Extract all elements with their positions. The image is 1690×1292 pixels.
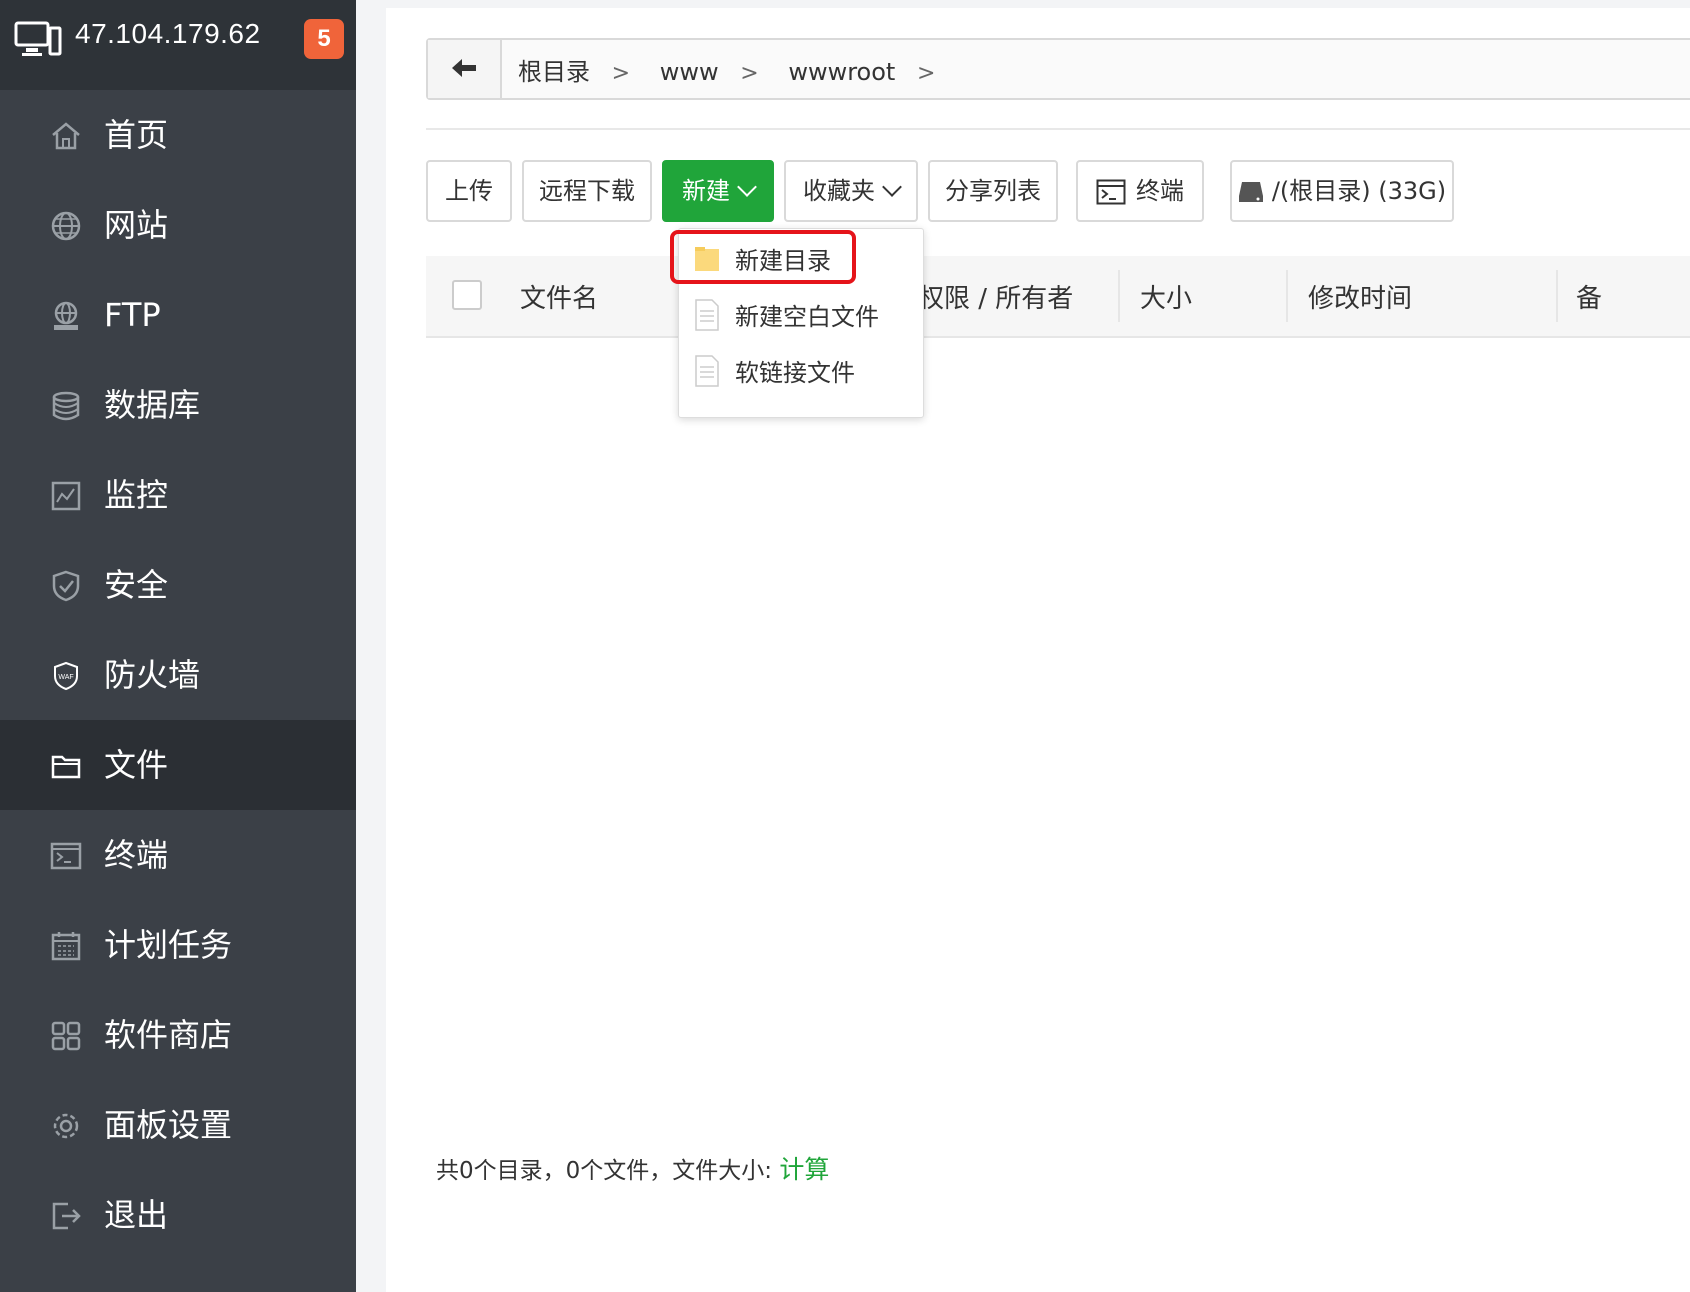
divider — [426, 128, 1690, 130]
server-ip: 47.104.179.62 — [75, 18, 261, 49]
disk-button-label: /(根目录) (33G) — [1271, 177, 1447, 205]
breadcrumb: 根目录 > www > wwwroot > — [518, 52, 957, 87]
home-icon — [50, 120, 82, 152]
sidebar-item-label: 退出 — [104, 1196, 169, 1234]
terminal-button[interactable]: 终端 — [1076, 160, 1204, 222]
sidebar-nav: 首页网站 FTP 数据库监控安全 WAF 防火墙文件终端计划任务软件商店面板设置退出 — [0, 90, 356, 1260]
breadcrumb-separator: > — [611, 61, 631, 86]
sidebar-item-label: FTP — [104, 296, 161, 334]
select-all-checkbox[interactable] — [452, 280, 482, 310]
arrow-left-icon — [452, 59, 476, 77]
sidebar-item-label: 终端 — [104, 836, 169, 874]
apps-icon — [50, 1020, 82, 1052]
back-button[interactable] — [428, 40, 502, 98]
logout-icon — [50, 1200, 82, 1232]
new-button-label: 新建 — [682, 177, 730, 205]
terminal-icon — [50, 840, 82, 872]
breadcrumb-item-root[interactable]: 根目录 — [518, 58, 590, 86]
terminal-icon — [1096, 179, 1126, 205]
column-remark[interactable]: 备 — [1576, 278, 1602, 315]
sidebar-item-terminal[interactable]: 终端 — [0, 810, 356, 900]
database-icon — [50, 390, 82, 422]
sidebar-item-label: 软件商店 — [104, 1016, 233, 1054]
summary-text: 共0个目录，0个文件，文件大小: — [436, 1158, 780, 1184]
menu-item-label: 新建空白文件 — [735, 303, 879, 331]
sidebar-item-label: 监控 — [104, 476, 169, 514]
disk-icon — [1238, 182, 1263, 202]
globe-icon — [50, 210, 82, 242]
column-permission-owner[interactable]: 权限 / 所有者 — [918, 278, 1073, 315]
column-divider — [1118, 270, 1120, 322]
sidebar-item-label: 首页 — [104, 116, 169, 154]
favorites-button[interactable]: 收藏夹 — [784, 160, 918, 222]
sidebar-item-shield[interactable]: 安全 — [0, 540, 356, 630]
calendar-icon — [50, 930, 82, 962]
sidebar: 47.104.179.62 5 首页网站 FTP 数据库监控安全 WAF 防火墙文件终端… — [0, 0, 356, 1292]
upload-button[interactable]: 上传 — [426, 160, 512, 222]
favorites-button-label: 收藏夹 — [803, 177, 875, 205]
column-filename[interactable]: 文件名 — [520, 278, 598, 315]
sidebar-item-monitor[interactable]: 监控 — [0, 450, 356, 540]
calculate-link[interactable]: 计算 — [779, 1155, 829, 1184]
file-table-header: 文件名 权限 / 所有者 大小 修改时间 备 — [426, 256, 1690, 338]
gear-icon — [50, 1110, 82, 1142]
sidebar-item-label: 数据库 — [104, 386, 201, 424]
sidebar-item-label: 网站 — [104, 206, 169, 244]
sidebar-item-label: 面板设置 — [104, 1106, 233, 1144]
svg-text:WAF: WAF — [58, 674, 73, 681]
path-bar: 根目录 > www > wwwroot > — [426, 38, 1690, 100]
sidebar-item-label: 文件 — [104, 746, 169, 784]
sidebar-item-globe[interactable]: 网站 — [0, 180, 356, 270]
ftp-icon — [50, 300, 82, 332]
server-header: 47.104.179.62 5 — [0, 0, 356, 90]
column-modified-time[interactable]: 修改时间 — [1308, 278, 1412, 315]
waf-icon: WAF — [50, 660, 82, 692]
sidebar-item-label: 计划任务 — [104, 926, 233, 964]
sidebar-item-logout[interactable]: 退出 — [0, 1170, 356, 1260]
sidebar-item-folder[interactable]: 文件 — [0, 720, 356, 810]
menu-item-symlink-file[interactable]: 软链接文件 — [679, 343, 923, 399]
breadcrumb-separator: > — [916, 61, 936, 86]
highlight-box — [670, 230, 856, 284]
sidebar-item-database[interactable]: 数据库 — [0, 360, 356, 450]
file-summary: 共0个目录，0个文件，文件大小: 计算 — [436, 1150, 829, 1186]
file-manager: 根目录 > www > wwwroot > 上传 远程下载 新建 收藏夹 分享列… — [386, 8, 1690, 1292]
column-size[interactable]: 大小 — [1140, 278, 1192, 315]
menu-item-new-blank-file[interactable]: 新建空白文件 — [679, 287, 923, 343]
folder-icon — [50, 750, 82, 782]
share-list-button[interactable]: 分享列表 — [928, 160, 1058, 222]
sidebar-item-apps[interactable]: 软件商店 — [0, 990, 356, 1080]
disk-button[interactable]: /(根目录) (33G) — [1230, 160, 1454, 222]
terminal-button-label: 终端 — [1136, 177, 1184, 205]
sidebar-item-ftp[interactable]: FTP — [0, 270, 356, 360]
shield-icon — [50, 570, 82, 602]
notification-badge[interactable]: 5 — [304, 19, 344, 59]
column-divider — [1556, 270, 1558, 322]
chevron-down-icon — [737, 177, 757, 197]
sidebar-item-label: 防火墙 — [104, 656, 201, 694]
file-icon — [695, 299, 719, 331]
breadcrumb-item-www[interactable]: www — [660, 58, 719, 86]
new-button[interactable]: 新建 — [662, 160, 774, 222]
remote-download-button[interactable]: 远程下载 — [522, 160, 652, 222]
sidebar-item-home[interactable]: 首页 — [0, 90, 356, 180]
breadcrumb-item-wwwroot[interactable]: wwwroot — [788, 58, 895, 86]
sidebar-item-waf[interactable]: WAF 防火墙 — [0, 630, 356, 720]
chevron-down-icon — [882, 177, 902, 197]
file-icon — [695, 355, 719, 387]
computer-icon — [14, 21, 62, 56]
breadcrumb-separator: > — [740, 61, 759, 86]
column-divider — [1286, 270, 1288, 322]
menu-item-label: 软链接文件 — [735, 359, 855, 387]
sidebar-item-calendar[interactable]: 计划任务 — [0, 900, 356, 990]
sidebar-item-label: 安全 — [104, 566, 169, 604]
sidebar-item-gear[interactable]: 面板设置 — [0, 1080, 356, 1170]
monitor-icon — [50, 480, 82, 512]
